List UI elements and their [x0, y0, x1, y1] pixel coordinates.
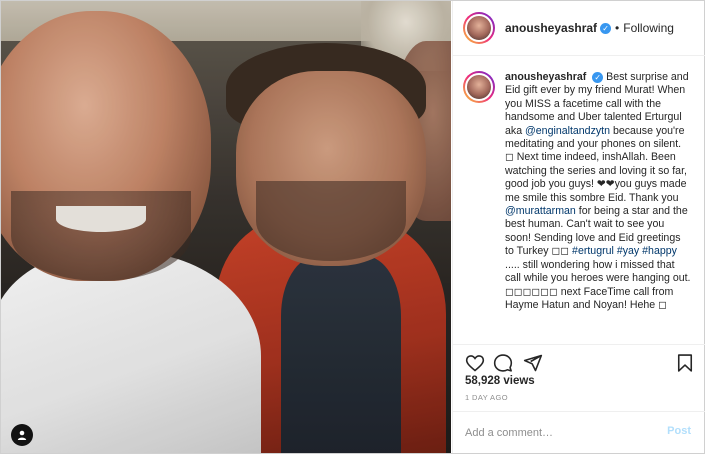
- user-tag-button[interactable]: [11, 424, 33, 446]
- caption-link[interactable]: #yay: [617, 245, 639, 257]
- caption-link[interactable]: #happy: [642, 245, 677, 257]
- post-header: anousheyashraf ✓ • Following: [453, 1, 705, 56]
- heart-icon: [465, 355, 485, 372]
- caption-username[interactable]: anousheyashraf: [505, 71, 586, 83]
- caption-text-segment: ..... still wondering how i missed that …: [505, 258, 691, 311]
- action-bar: [453, 344, 705, 378]
- comment-button[interactable]: [493, 353, 513, 373]
- comment-input[interactable]: [465, 424, 655, 442]
- avatar[interactable]: [463, 12, 495, 44]
- user-tag-icon: [17, 430, 27, 440]
- caption: anousheyashraf ✓ Best surprise and Eid g…: [463, 71, 695, 312]
- post-comment-button[interactable]: Post: [667, 425, 691, 437]
- view-count[interactable]: 58,928 views: [465, 375, 535, 387]
- caption-avatar[interactable]: [463, 71, 495, 103]
- share-icon: [523, 354, 543, 372]
- bookmark-icon: [677, 354, 693, 372]
- post-video[interactable]: [1, 1, 451, 453]
- caption-text: anousheyashraf ✓ Best surprise and Eid g…: [505, 71, 691, 312]
- share-button[interactable]: [523, 353, 543, 373]
- save-button[interactable]: [675, 353, 695, 373]
- header-username[interactable]: anousheyashraf: [505, 21, 597, 35]
- verified-badge-icon: ✓: [600, 22, 612, 34]
- timestamp[interactable]: 1 DAY AGO: [465, 393, 508, 402]
- comment-icon: [493, 354, 513, 372]
- verified-badge-icon: ✓: [592, 71, 604, 83]
- header-separator: •: [615, 21, 620, 35]
- comments-area[interactable]: anousheyashraf ✓ Best surprise and Eid g…: [453, 57, 705, 343]
- caption-link[interactable]: @enginaltandzytn: [525, 125, 610, 137]
- post-sidebar: anousheyashraf ✓ • Following anousheyash…: [452, 1, 705, 453]
- caption-link[interactable]: #ertugrul: [572, 245, 614, 257]
- like-button[interactable]: [465, 353, 485, 373]
- following-button[interactable]: Following: [623, 21, 674, 35]
- add-comment-section: Post: [453, 411, 705, 453]
- caption-body: Best surprise and Eid gift ever by my fr…: [505, 71, 691, 311]
- caption-link[interactable]: @murattarman: [505, 205, 576, 217]
